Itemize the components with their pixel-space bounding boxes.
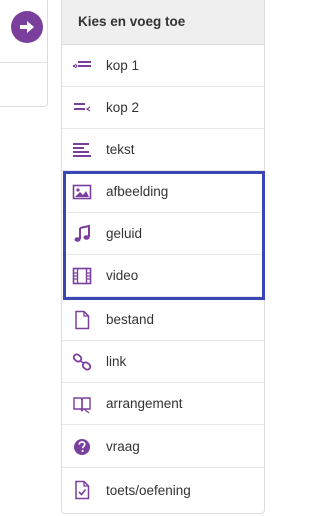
music-note-icon: [72, 224, 92, 244]
arrow-right-icon: [20, 21, 34, 33]
heading-2-icon: [72, 98, 92, 118]
insert-item-label: geluid: [106, 226, 143, 241]
question-icon: [72, 437, 92, 457]
insert-panel: Kies en voeg toe kop 1 kop 2 tekst afbee…: [61, 0, 265, 514]
insert-item-geluid[interactable]: geluid: [62, 213, 264, 255]
file-icon: [72, 310, 92, 330]
insert-item-label: arrangement: [106, 396, 183, 411]
insert-item-label: toets/oefening: [106, 482, 191, 498]
insert-item-label: link: [106, 354, 127, 369]
image-icon: [72, 182, 92, 202]
insert-item-vraag[interactable]: vraag: [62, 426, 264, 468]
insert-item-label: bestand: [106, 312, 155, 327]
panel-title: Kies en voeg toe: [62, 0, 264, 45]
insert-item-link[interactable]: link: [62, 341, 264, 383]
insert-item-arrangement[interactable]: arrangement: [62, 383, 264, 425]
left-card: [0, 0, 48, 107]
insert-item-label: video: [106, 268, 139, 283]
insert-item-bestand[interactable]: bestand: [62, 299, 264, 341]
insert-item-kop-1[interactable]: kop 1: [62, 45, 264, 87]
checklist-icon: [72, 480, 92, 500]
divider: [0, 62, 47, 63]
insert-item-toets-oefening[interactable]: toets/oefening: [62, 469, 264, 511]
text-icon: [72, 140, 92, 160]
insert-item-label: kop 2: [106, 100, 140, 115]
book-icon: [72, 394, 92, 414]
insert-item-label: tekst: [106, 142, 135, 157]
insert-item-video[interactable]: video: [62, 255, 264, 297]
heading-1-icon: [72, 56, 92, 76]
insert-item-kop-2[interactable]: kop 2: [62, 87, 264, 129]
insert-item-afbeelding[interactable]: afbeelding: [62, 171, 264, 213]
insert-item-label: vraag: [106, 439, 140, 454]
go-forward-button[interactable]: [11, 11, 43, 43]
insert-item-label: kop 1: [106, 58, 140, 73]
link-icon: [72, 352, 92, 372]
insert-item-tekst[interactable]: tekst: [62, 129, 264, 171]
film-icon: [72, 266, 92, 286]
insert-item-label: afbeelding: [106, 184, 169, 199]
